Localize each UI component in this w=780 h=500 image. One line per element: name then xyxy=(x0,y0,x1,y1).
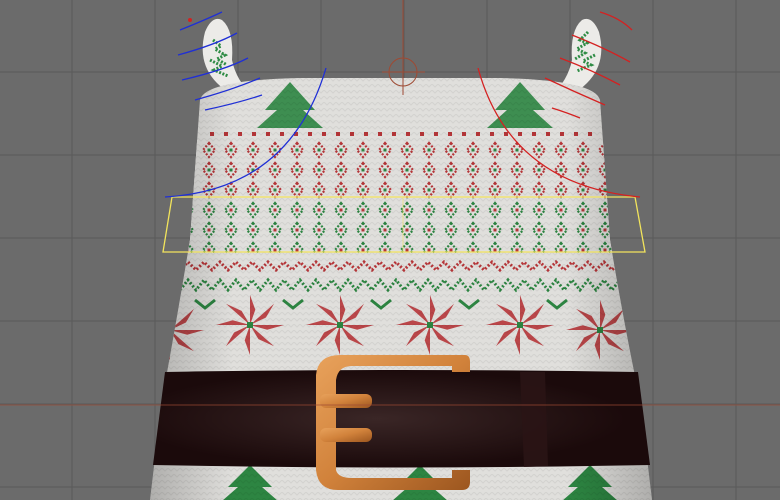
belt[interactable] xyxy=(153,370,650,468)
scene-canvas[interactable] xyxy=(0,0,780,500)
3d-viewport[interactable] xyxy=(0,0,780,500)
